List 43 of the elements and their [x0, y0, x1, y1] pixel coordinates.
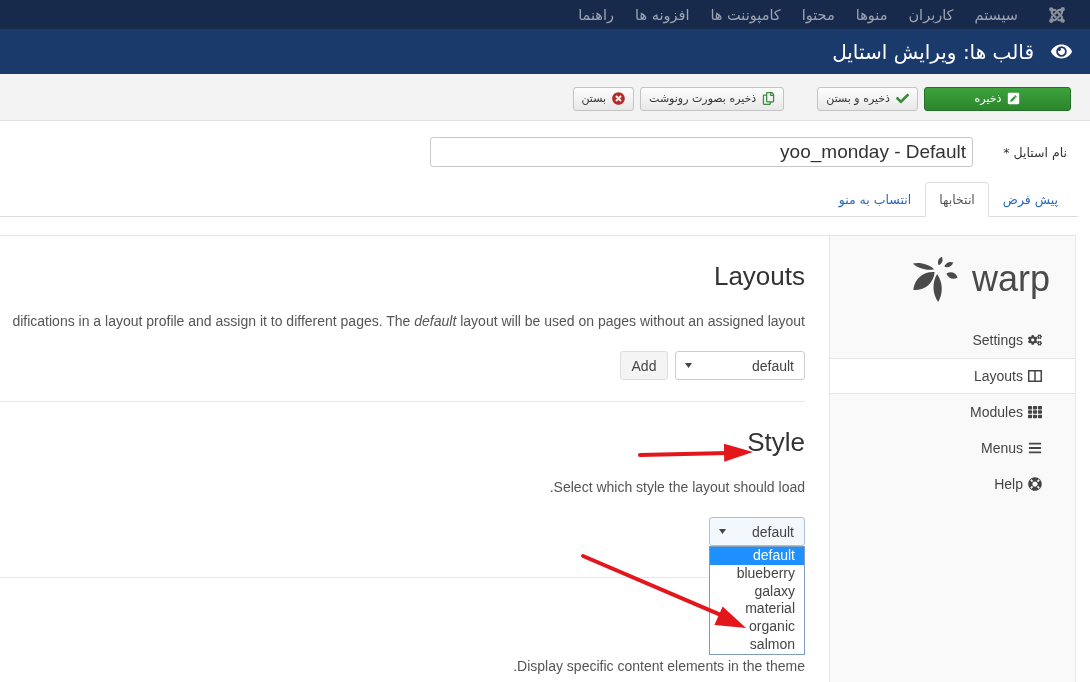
field-label: نام استایل * — [1002, 144, 1067, 160]
gears-icon — [1028, 333, 1042, 347]
logo-icon[interactable] — [1048, 5, 1066, 24]
section-title: Style — [747, 426, 805, 459]
caret-icon — [719, 529, 726, 534]
sidebar-item[interactable]: Help — [830, 466, 1075, 502]
tab[interactable]: پیش فرض — [988, 182, 1072, 217]
copy-icon — [762, 92, 776, 105]
section-description: .Display specific content elements in the theme — [513, 657, 805, 676]
grid-icon — [1028, 405, 1042, 419]
tab[interactable]: انتخابها — [925, 182, 989, 217]
sidebar-item[interactable]: Layouts — [830, 358, 1075, 394]
sidebar-item[interactable]: Menus — [830, 430, 1075, 466]
nav-menu-item[interactable]: افزونه ها — [635, 6, 690, 23]
select-dropdown[interactable]: default — [709, 517, 805, 546]
nav-menu-item[interactable]: کاربران — [908, 6, 954, 23]
check-icon — [896, 92, 909, 105]
page-title: قالب ها: ویرایش استایل — [832, 39, 1034, 64]
tab[interactable]: انتساب به منو — [824, 182, 926, 217]
nav-menu-item[interactable]: منوها — [855, 6, 888, 23]
select-dropdown[interactable]: default — [675, 351, 805, 380]
style-name-field[interactable]: yoo_monday - Default — [430, 137, 973, 167]
menu-icon — [1028, 441, 1042, 455]
nav-menu-item[interactable]: کامپوننت ها — [710, 6, 781, 23]
nav-menu-item[interactable]: سیستم — [974, 6, 1018, 23]
add-button[interactable]: Add — [620, 351, 668, 380]
section-description: .Select which style the layout should load — [549, 478, 805, 497]
toolbar-button[interactable]: ذخیره — [924, 86, 1071, 111]
sidebar-item[interactable]: Settings — [830, 322, 1075, 358]
section-title: Layouts — [713, 260, 805, 293]
columns-icon — [1028, 370, 1042, 382]
toolbar-button[interactable]: ذخیره و بستن — [817, 86, 918, 111]
sidebar-item[interactable]: Modules — [830, 394, 1075, 430]
caret-icon — [685, 363, 692, 368]
section-description: difications in a layout profile and assign it to different pages. The default layout will be used on pages without an assigned layout — [12, 312, 805, 331]
toolbar-button[interactable]: بستن — [572, 86, 635, 111]
nav-menu-item[interactable]: راهنما — [578, 6, 614, 23]
nav-menu-item[interactable]: محتوا — [801, 6, 835, 23]
edit-icon — [1007, 92, 1021, 105]
logo-text: warp — [971, 258, 1050, 300]
life-ring-icon — [1028, 477, 1042, 491]
toolbar-button[interactable]: ذخیره بصورت رونوشت — [640, 86, 785, 111]
close-icon — [612, 92, 626, 105]
